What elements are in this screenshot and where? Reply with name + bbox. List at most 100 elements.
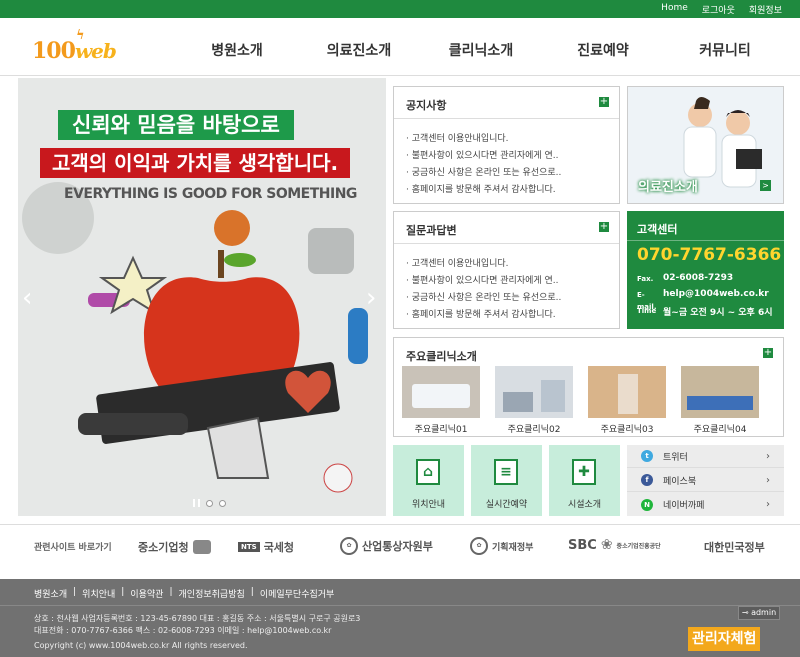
quick-location-button[interactable]: ⌂ 위치안내 [393, 445, 464, 516]
facebook-link[interactable]: f 페이스북 › [627, 469, 784, 492]
clinic-image-2 [495, 366, 573, 418]
home-link[interactable]: Home [661, 3, 688, 16]
clinic-caption: 주요클리닉01 [414, 425, 468, 435]
nav-community[interactable]: 커뮤니티 [664, 40, 786, 60]
prev-slide-button[interactable]: ‹ [22, 283, 32, 313]
admin-demo-button[interactable]: 관리자체험 [688, 627, 761, 651]
hero-tagline: EVERYTHING IS GOOD FOR SOMETHING [64, 186, 357, 202]
clinic-item-3[interactable]: 주요클리닉03 [588, 366, 666, 435]
list-item[interactable]: · 홈페이지를 방문해 주셔서 감사합니다. [406, 307, 561, 324]
list-item[interactable]: · 불편사항이 있으시다면 관리자에게 연.. [406, 148, 561, 165]
clinic-more-plus-icon[interactable]: + [763, 348, 773, 358]
divider [394, 118, 619, 119]
logout-link[interactable]: 로그아웃 [702, 3, 735, 16]
notice-title: 공지사항 [406, 99, 447, 112]
company-info: 상호 : 천사웹 사업자등록번호 : 123-45-67890 대표 : 홍길동… [34, 614, 361, 623]
customer-service-box: 고객센터 070-7767-6366 Fax. 02-6008-7293 E-m… [627, 211, 784, 329]
sns-links: t 트위터 › f 페이스북 › N 네이버까페 › [627, 445, 784, 516]
slide-dot-2[interactable] [219, 499, 226, 507]
qna-title: 질문과답변 [406, 224, 457, 237]
government-seal-icon: ✿ [470, 537, 488, 555]
footer-link-location[interactable]: 위치안내 [82, 587, 115, 600]
basketball-icon [214, 210, 250, 246]
list-item[interactable]: · 고객센터 이용안내입니다. [406, 256, 561, 273]
contact-info: 대표전화 : 070-7767-6366 팩스 : 02-6008-7293 이… [34, 626, 332, 635]
nav-doctors[interactable]: 의료진소개 [298, 40, 420, 60]
fax-value: 02-6008-7293 [663, 273, 734, 283]
nav-hospital-intro[interactable]: 병원소개 [176, 40, 298, 60]
org-korea-gov[interactable]: 대한민국정부 [704, 539, 765, 555]
clinic-item-4[interactable]: 주요클리닉04 [681, 366, 759, 435]
chevron-right-icon: › [766, 474, 770, 486]
org-nts[interactable]: NTS 국세청 [238, 539, 294, 555]
separator: | [250, 587, 254, 597]
clinic-image-4 [681, 366, 759, 418]
separator: | [73, 587, 77, 597]
list-item[interactable]: · 홈페이지를 방문해 주셔서 감사합니다. [406, 182, 561, 199]
list-item[interactable]: · 고객센터 이용안내입니다. [406, 131, 561, 148]
doctors-promo-banner[interactable]: 의료진소개 > [627, 86, 784, 204]
nav-reservation[interactable]: 진료예약 [542, 40, 664, 60]
qna-more-plus-icon[interactable]: + [599, 222, 609, 232]
quick-label: 실시간예약 [485, 500, 528, 510]
quick-facilities-button[interactable]: ✚ 시설소개 [549, 445, 620, 516]
qna-list: · 고객센터 이용안내입니다. · 불편사항이 있으시다면 관리자에게 연.. … [406, 256, 561, 324]
time-label: Time [637, 307, 657, 315]
next-slide-button[interactable]: › [366, 283, 376, 313]
hero-slider: 신뢰와 믿음을 바탕으로 고객의 이익과 가치를 생각합니다. EVERYTHI… [18, 78, 386, 516]
list-item[interactable]: · 궁금하신 사항은 온라인 또는 유선으로.. [406, 165, 561, 182]
twitter-link[interactable]: t 트위터 › [627, 445, 784, 468]
site-header: 100 ϟ web 병원소개 의료진소개 클리닉소개 진료예약 커뮤니티 [0, 18, 800, 76]
naver-cafe-link[interactable]: N 네이버까페 › [627, 493, 784, 516]
member-info-link[interactable]: 회원정보 [749, 3, 782, 16]
quick-reservation-button[interactable]: ≡ 실시간예약 [471, 445, 542, 516]
footer-link-email-policy[interactable]: 이메일무단수집거부 [260, 587, 335, 600]
utility-links: Home 로그아웃 회원정보 [661, 3, 782, 16]
reservation-icon: ≡ [494, 459, 518, 485]
facilities-icon: ✚ [572, 459, 596, 485]
apple-leaf [224, 253, 256, 267]
site-footer: 병원소개 | 위치안내 | 이용약관 | 개인정보취급방침 | 이메일무단수집거… [0, 579, 800, 657]
cs-title: 고객센터 [637, 223, 678, 236]
bottle-icon [348, 308, 368, 364]
nts-logo-icon: NTS [238, 542, 260, 552]
clinic-thumbnails: 주요클리닉01 주요클리닉02 주요클리닉03 주요클리닉04 [402, 366, 759, 435]
scale-icon [308, 228, 354, 274]
org-motie[interactable]: ✿ 산업통상자원부 [340, 537, 433, 555]
site-logo[interactable]: 100 ϟ web [32, 28, 117, 64]
hero-illustration [18, 78, 386, 516]
footer-link-privacy[interactable]: 개인정보취급방침 [179, 587, 245, 600]
top-utility-bar: Home 로그아웃 회원정보 [0, 0, 800, 18]
pause-icon[interactable] [193, 499, 200, 507]
facebook-icon: f [641, 474, 653, 486]
clinic-caption: 주요클리닉03 [600, 425, 654, 435]
admin-button[interactable]: ⊸ admin [738, 606, 780, 620]
fax-label: Fax. [637, 275, 654, 283]
org-sbc[interactable]: SBC ❀ 중소기업진흥공단 [568, 537, 661, 553]
slide-dot-1[interactable] [206, 499, 213, 507]
org-mosf[interactable]: ✿ 기획재정부 [470, 537, 533, 555]
clinic-item-2[interactable]: 주요클리닉02 [495, 366, 573, 435]
hero-subheadline: 고객의 이익과 가치를 생각합니다. [40, 148, 351, 178]
footer-link-hospital[interactable]: 병원소개 [34, 587, 67, 600]
cs-phone[interactable]: 070-7767-6366 [637, 245, 781, 265]
notice-list: · 고객센터 이용안내입니다. · 불편사항이 있으시다면 관리자에게 연.. … [406, 131, 561, 199]
org-smba[interactable]: 중소기업청 [138, 539, 211, 555]
quick-label: 시설소개 [567, 500, 602, 510]
slider-controls [193, 499, 226, 507]
sns-label: 페이스북 [663, 476, 697, 487]
list-item[interactable]: · 궁금하신 사항은 온라인 또는 유선으로.. [406, 290, 561, 307]
chevron-right-icon: › [766, 450, 770, 462]
location-icon: ⌂ [416, 459, 440, 485]
baseball-icon [323, 463, 353, 493]
list-item[interactable]: · 불편사항이 있으시다면 관리자에게 연.. [406, 273, 561, 290]
promo-arrow-icon[interactable]: > [760, 180, 771, 191]
quick-label: 위치안내 [411, 500, 446, 510]
notice-more-plus-icon[interactable]: + [599, 97, 609, 107]
footer-link-terms[interactable]: 이용약관 [130, 587, 163, 600]
family-sites-bar: 관련사이트 바로가기 중소기업청 NTS 국세청 ✿ 산업통상자원부 ✿ 기획재… [0, 524, 800, 579]
nav-clinics[interactable]: 클리닉소개 [420, 40, 542, 60]
clinic-item-1[interactable]: 주요클리닉01 [402, 366, 480, 435]
main-navigation: 병원소개 의료진소개 클리닉소개 진료예약 커뮤니티 [176, 40, 786, 60]
cs-time-row: Time 월~금 오전 9시 ~ 오후 6시 [637, 305, 773, 318]
